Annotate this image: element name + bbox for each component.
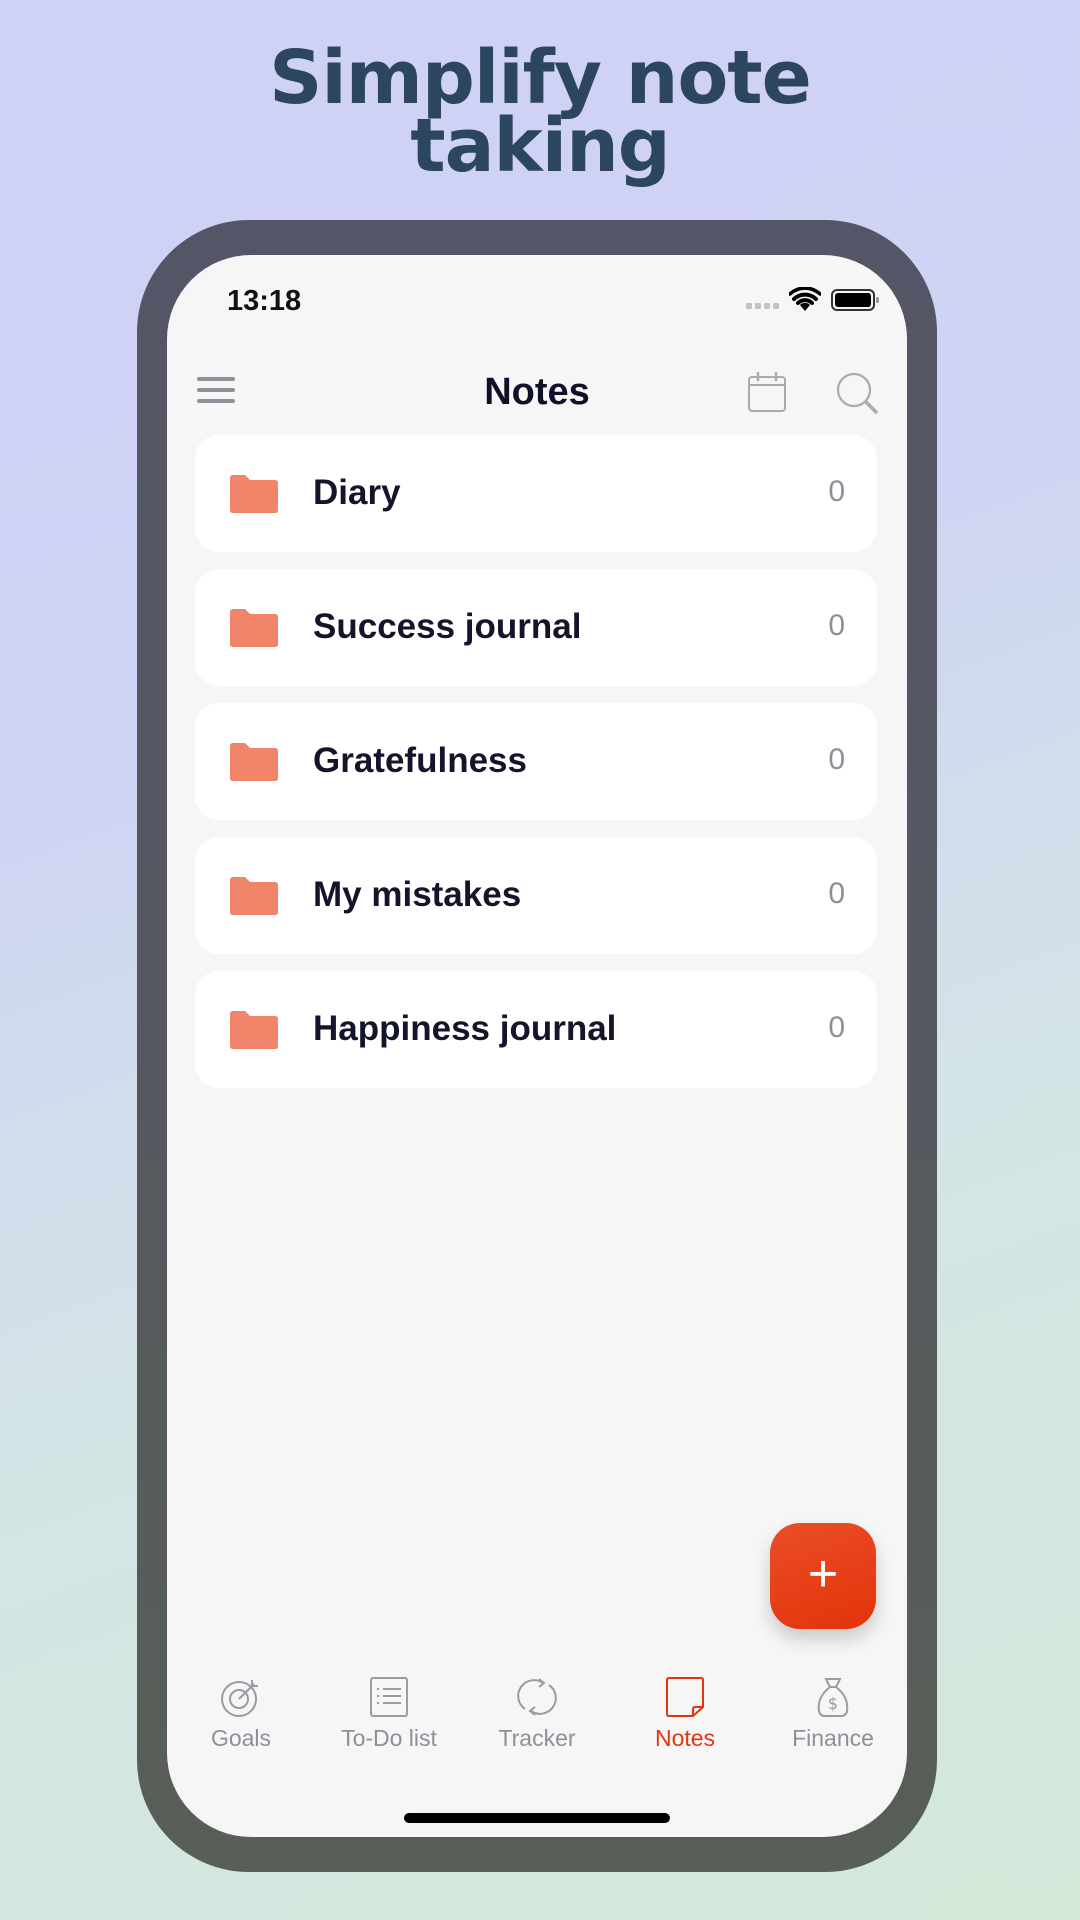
folder-name: Diary: [313, 473, 401, 512]
svg-text:$: $: [828, 1694, 838, 1713]
tab-label: Goals: [210, 1725, 272, 1751]
status-time: 13:18: [227, 285, 302, 317]
tab-notes[interactable]: Notes: [611, 1675, 759, 1785]
folder-name: Gratefulness: [313, 741, 527, 780]
folder-icon: [230, 475, 278, 513]
money-bag-icon: $: [817, 1678, 849, 1717]
note-icon: [666, 1677, 704, 1717]
tab-finance[interactable]: $ Finance: [759, 1675, 907, 1785]
search-icon[interactable]: [835, 371, 879, 415]
tab-tracker[interactable]: Tracker: [463, 1675, 611, 1785]
folder-count: 0: [828, 609, 845, 642]
promo-headline: Simplify note taking: [0, 35, 1080, 189]
battery-icon: [831, 289, 879, 311]
folder-count: 0: [828, 1011, 845, 1044]
home-indicator: [404, 1813, 670, 1823]
tab-label: Tracker: [498, 1725, 576, 1751]
list-icon: [370, 1677, 408, 1717]
tab-label: Notes: [654, 1725, 716, 1751]
folder-row-diary[interactable]: Diary 0: [195, 435, 877, 552]
refresh-icon: [517, 1678, 557, 1716]
signal-icon: [746, 303, 779, 309]
add-note-button[interactable]: +: [770, 1523, 876, 1629]
tab-label: To-Do list: [341, 1725, 437, 1751]
page-title: Notes: [484, 371, 590, 413]
folder-name: My mistakes: [313, 875, 522, 914]
folder-icon: [230, 609, 278, 647]
status-bar: 13:18: [167, 255, 907, 345]
folder-row-success-journal[interactable]: Success journal 0: [195, 569, 877, 686]
tab-todo-list[interactable]: To-Do list: [315, 1675, 463, 1785]
tab-label: Finance: [792, 1725, 874, 1751]
folder-count: 0: [828, 475, 845, 508]
folder-count: 0: [828, 877, 845, 910]
folder-row-my-mistakes[interactable]: My mistakes 0: [195, 837, 877, 954]
plus-icon: +: [807, 1545, 839, 1603]
folder-icon: [230, 877, 278, 915]
tab-goals[interactable]: Goals: [167, 1675, 315, 1785]
phone-screen: 13:18 Notes Diary 0 Success journal 0 Gr…: [167, 255, 907, 1837]
folder-icon: [230, 1011, 278, 1049]
target-icon: [221, 1680, 258, 1717]
folder-row-gratefulness[interactable]: Gratefulness 0: [195, 703, 877, 820]
headline-line-1: Simplify note: [269, 35, 812, 121]
folder-row-happiness-journal[interactable]: Happiness journal 0: [195, 971, 877, 1088]
folder-list: Diary 0 Success journal 0 Gratefulness 0…: [195, 435, 877, 1105]
calendar-icon[interactable]: [747, 371, 787, 413]
bottom-tab-bar: Goals To-Do list Tracker Notes $ Finance: [167, 1675, 907, 1785]
folder-icon: [230, 743, 278, 781]
folder-name: Happiness journal: [313, 1009, 617, 1048]
folder-name: Success journal: [313, 607, 582, 646]
wifi-icon: [789, 287, 821, 311]
status-icons: [746, 287, 879, 313]
folder-count: 0: [828, 743, 845, 776]
headline-line-2: taking: [410, 103, 671, 189]
nav-bar: Notes: [167, 345, 907, 445]
